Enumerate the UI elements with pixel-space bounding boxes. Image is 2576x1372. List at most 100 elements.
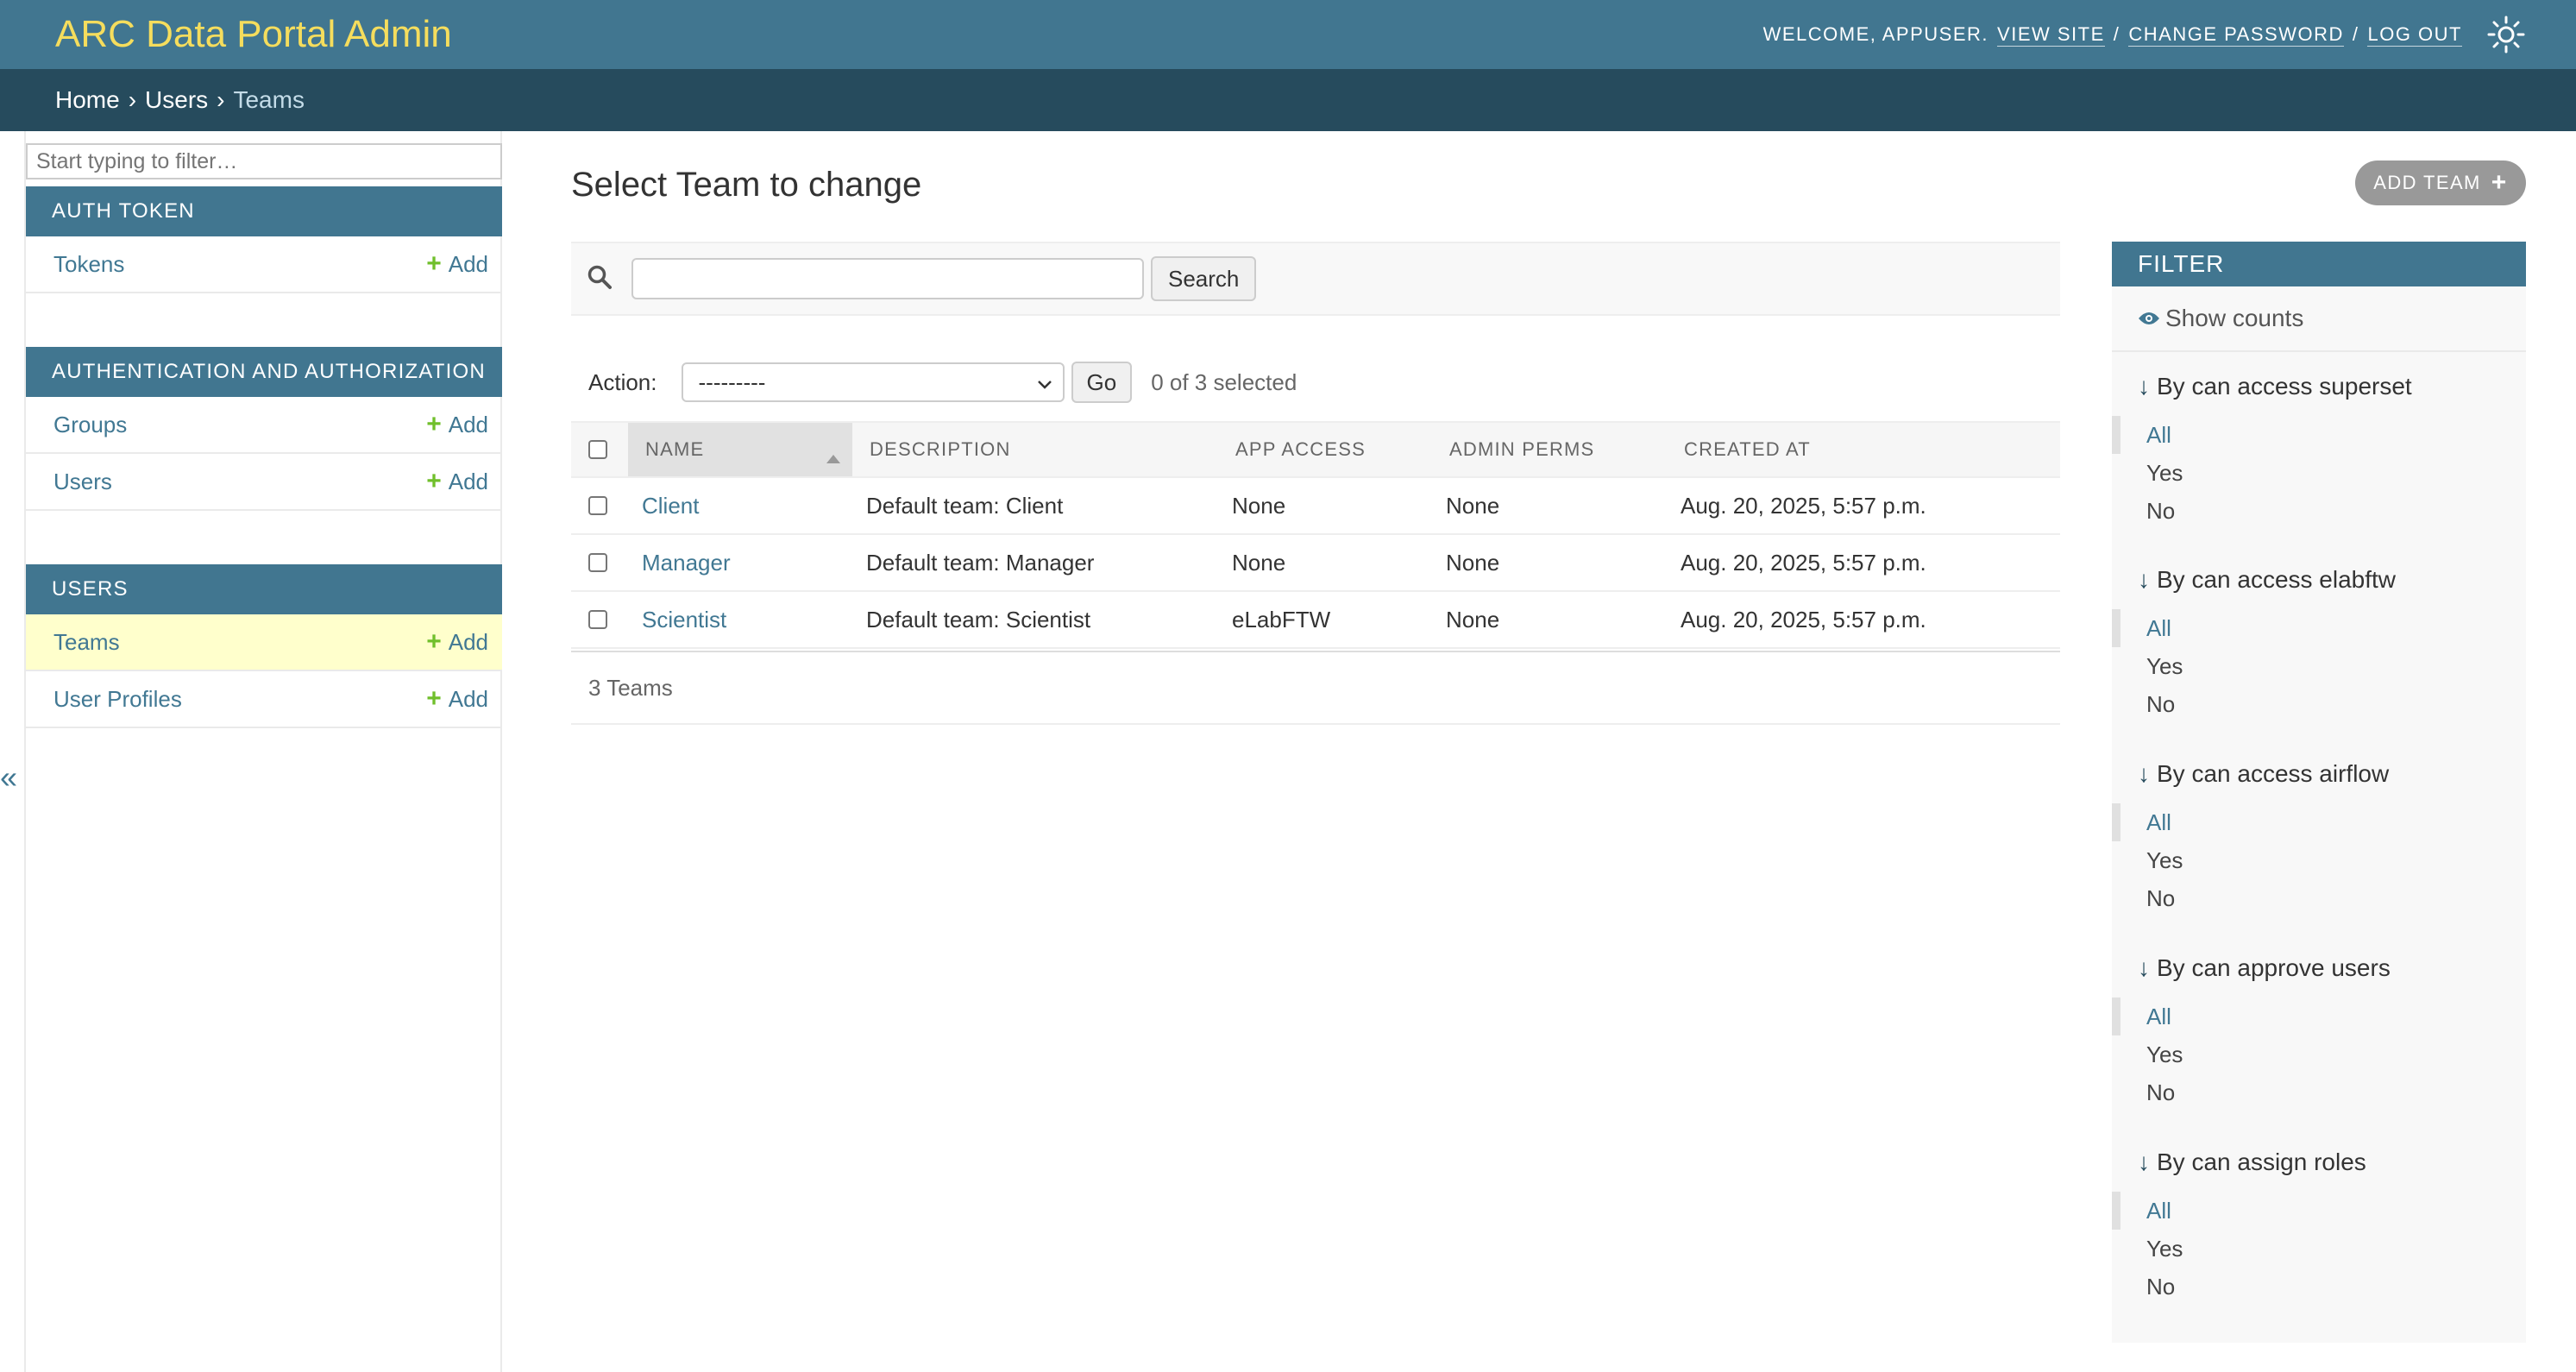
filter-option-yes[interactable]: Yes [2112, 454, 2526, 492]
filter-group-assign-roles: ↓ By can assign roles All Yes No [2112, 1145, 2526, 1306]
sidebar-item-groups: Groups + Add [26, 397, 502, 454]
action-label: Action: [588, 368, 657, 395]
add-tokens-link[interactable]: + Add [426, 251, 488, 278]
module-auth-token[interactable]: Auth Token [26, 186, 502, 236]
arrow-down-icon: ↓ [2138, 1149, 2150, 1175]
column-header-name[interactable]: Name [628, 423, 852, 476]
plus-icon: + [426, 684, 442, 713]
filter-group-title[interactable]: ↓ By can approve users [2112, 951, 2526, 985]
arrow-down-icon: ↓ [2138, 760, 2150, 787]
filter-option-no[interactable]: No [2112, 1268, 2526, 1306]
column-header-admin-perms[interactable]: Admin Perms [1449, 423, 1594, 476]
filter-option-all[interactable]: All [2112, 803, 2526, 841]
add-user-profiles-link[interactable]: + Add [426, 686, 488, 713]
nav-sidebar: Auth Token Tokens +Add Authentication an… [24, 131, 502, 1372]
breadcrumb-current: Teams [233, 86, 305, 113]
filter-option-all[interactable]: All [2112, 998, 2526, 1035]
show-counts-link[interactable]: Show counts [2112, 286, 2526, 352]
team-app-access: None [1232, 492, 1286, 519]
log-out-link[interactable]: LOG OUT [2367, 23, 2462, 47]
add-team-button[interactable]: ADD TEAM + [2355, 160, 2526, 205]
select-all-checkbox[interactable] [588, 440, 607, 459]
filter-group-title[interactable]: ↓ By can assign roles [2112, 1145, 2526, 1180]
filter-option-yes[interactable]: Yes [2112, 1230, 2526, 1268]
breadcrumb-home[interactable]: Home [55, 86, 120, 114]
site-brand[interactable]: ARC Data Portal Admin [55, 13, 452, 56]
filter-group-label: By can approve users [2157, 954, 2391, 981]
sidebar-item-label[interactable]: Groups [53, 412, 127, 438]
team-name-link[interactable]: Scientist [642, 592, 726, 647]
filter-group-approve-users: ↓ By can approve users All Yes No [2112, 951, 2526, 1111]
arrow-down-icon: ↓ [2138, 566, 2150, 593]
go-button[interactable]: Go [1071, 362, 1133, 403]
row-checkbox[interactable] [588, 553, 607, 572]
add-label: Add [448, 411, 488, 437]
filter-title: FILTER [2112, 242, 2526, 286]
sidebar-item-label[interactable]: Tokens [53, 251, 124, 278]
change-password-link[interactable]: CHANGE PASSWORD [2128, 23, 2344, 47]
team-description: Default team: Scientist [866, 606, 1091, 633]
plus-icon: + [2491, 168, 2508, 197]
add-label: Add [448, 250, 488, 277]
search-icon [587, 264, 613, 294]
row-checkbox[interactable] [588, 610, 607, 629]
team-name-link[interactable]: Manager [642, 535, 731, 590]
plus-icon: + [426, 467, 442, 495]
action-select[interactable]: --------- [681, 362, 1065, 402]
filter-option-all[interactable]: All [2112, 1192, 2526, 1230]
filter-group-title[interactable]: ↓ By can access airflow [2112, 757, 2526, 791]
filter-option-yes[interactable]: Yes [2112, 647, 2526, 685]
sidebar-item-label[interactable]: Users [53, 469, 112, 495]
team-admin-perms: None [1446, 606, 1500, 633]
breadcrumb-separator: › [217, 86, 225, 113]
filter-group-label: By can access elabftw [2157, 566, 2397, 593]
add-users-link[interactable]: + Add [426, 469, 488, 495]
team-description: Default team: Client [866, 492, 1064, 519]
module-users[interactable]: Users [26, 564, 502, 614]
sidebar-item-label[interactable]: User Profiles [53, 686, 182, 713]
team-name-link[interactable]: Client [642, 478, 699, 533]
filter-option-all[interactable]: All [2112, 609, 2526, 647]
show-counts-label: Show counts [2165, 305, 2304, 331]
team-admin-perms: None [1446, 549, 1500, 576]
filter-option-no[interactable]: No [2112, 492, 2526, 530]
add-teams-link[interactable]: + Add [426, 629, 488, 656]
filter-group-title[interactable]: ↓ By can access superset [2112, 369, 2526, 404]
breadcrumb-users[interactable]: Users [145, 86, 208, 114]
add-groups-link[interactable]: + Add [426, 412, 488, 438]
nav-filter-input[interactable] [26, 143, 502, 179]
filter-group-label: By can assign roles [2157, 1149, 2366, 1175]
plus-icon: + [426, 249, 442, 278]
select-all-checkbox-cell [588, 423, 607, 476]
changelist-filter: FILTER Show counts ↓ By can access supers… [2112, 242, 2526, 1343]
filter-option-no[interactable]: No [2112, 685, 2526, 723]
theme-toggle-sun-icon[interactable] [2486, 15, 2526, 54]
filter-group-elabftw: ↓ By can access elabftw All Yes No [2112, 563, 2526, 723]
filter-option-yes[interactable]: Yes [2112, 1035, 2526, 1073]
filter-group-title[interactable]: ↓ By can access elabftw [2112, 563, 2526, 597]
filter-option-no[interactable]: No [2112, 879, 2526, 917]
module-authentication-authorization[interactable]: Authentication and Authorization [26, 347, 502, 397]
row-checkbox[interactable] [588, 496, 607, 515]
arrow-down-icon: ↓ [2138, 373, 2150, 400]
search-input[interactable] [631, 258, 1144, 299]
team-admin-perms: None [1446, 492, 1500, 519]
column-header-created-at[interactable]: Created At [1684, 423, 1811, 476]
breadcrumb-separator: › [128, 86, 137, 113]
filter-option-yes[interactable]: Yes [2112, 841, 2526, 879]
search-button[interactable]: Search [1151, 256, 1257, 301]
filter-group-label: By can access superset [2157, 373, 2412, 400]
filter-option-no[interactable]: No [2112, 1073, 2526, 1111]
selected-count: 0 of 3 selected [1151, 368, 1297, 395]
column-header-app-access[interactable]: App Access [1235, 423, 1366, 476]
sidebar-collapse-toggle[interactable]: « [0, 759, 17, 796]
filter-group-label: By can access airflow [2157, 760, 2390, 787]
view-site-link[interactable]: VIEW SITE [1997, 23, 2105, 47]
sidebar-item-label[interactable]: Teams [53, 629, 120, 656]
filter-group-superset: ↓ By can access superset All Yes No [2112, 369, 2526, 530]
add-label: Add [448, 468, 488, 494]
search-toolbar: Search [571, 242, 2060, 316]
column-header-description[interactable]: Description [870, 423, 1011, 476]
add-label: Add [448, 685, 488, 712]
filter-option-all[interactable]: All [2112, 416, 2526, 454]
